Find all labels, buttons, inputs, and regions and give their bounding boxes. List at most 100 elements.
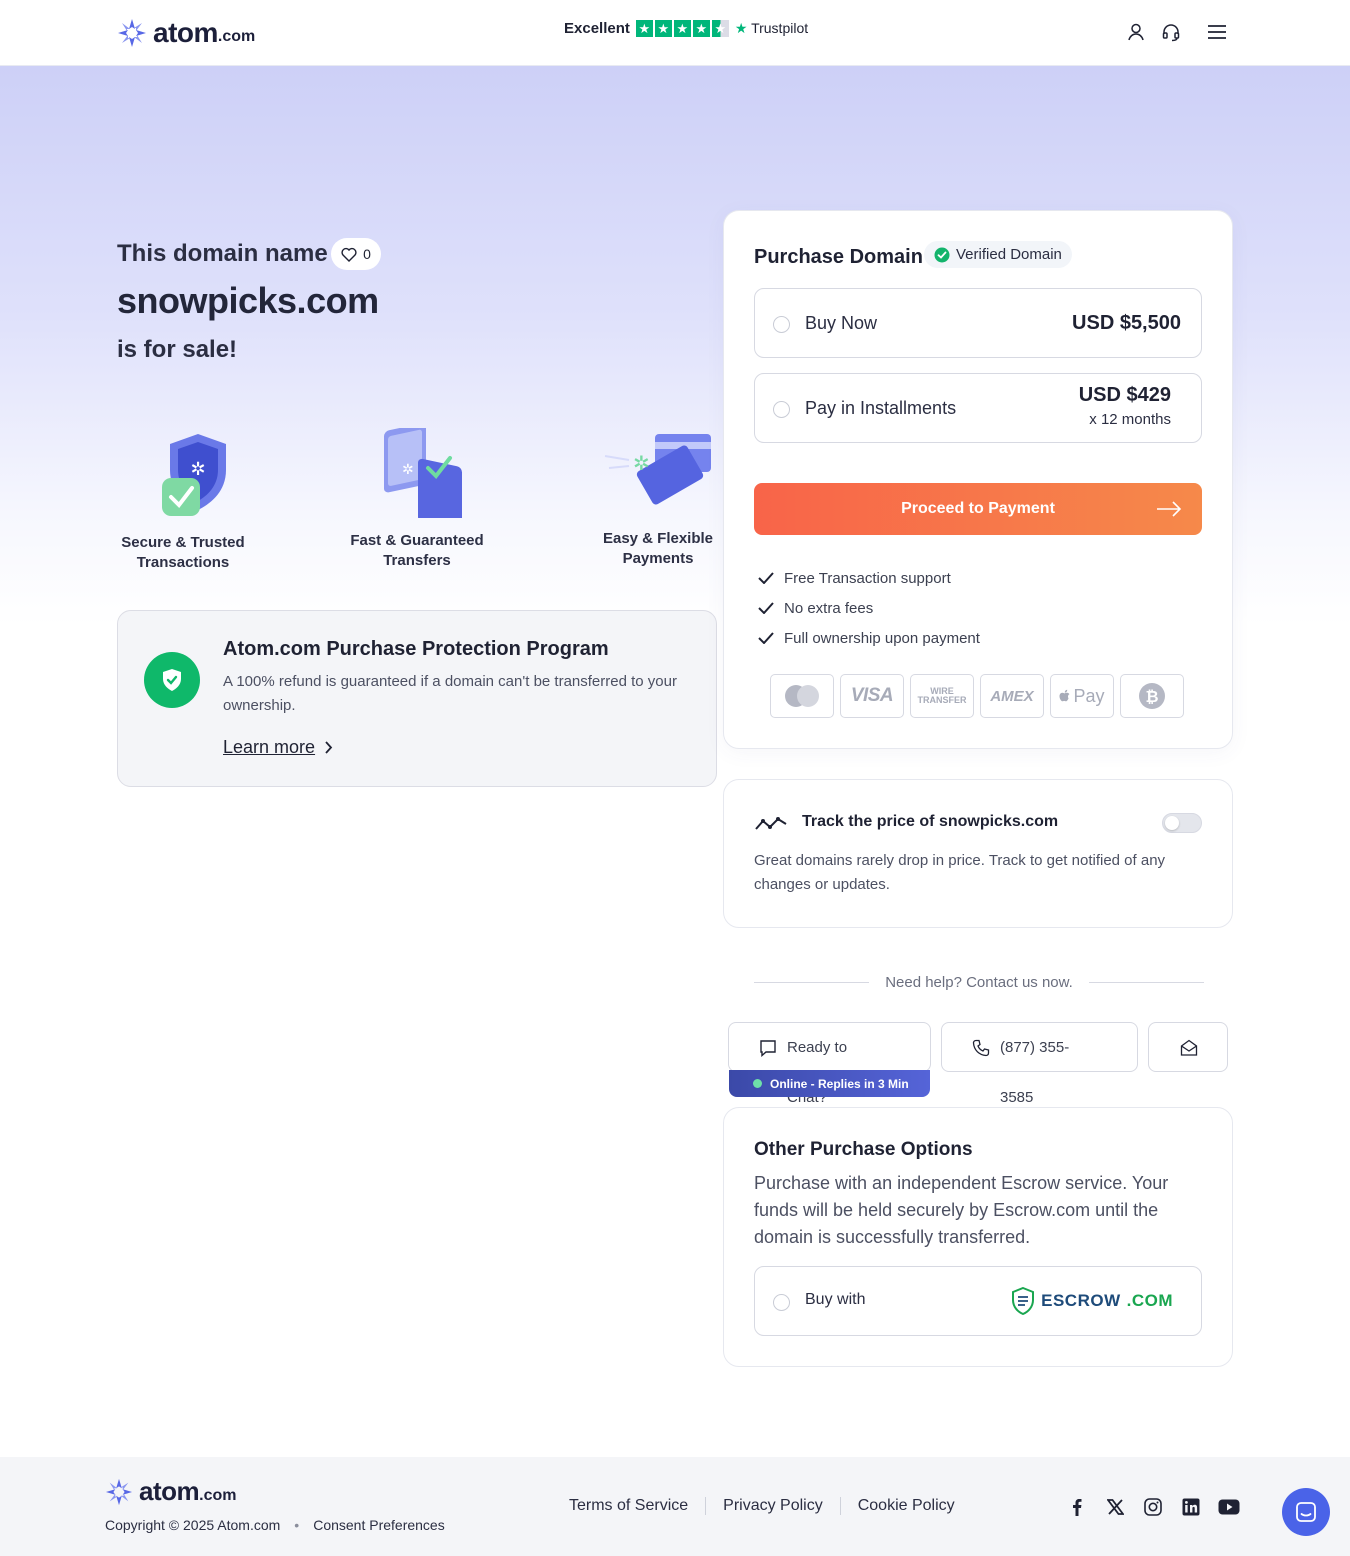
star-half-icon: ★ — [711, 20, 729, 37]
check-icon — [758, 572, 774, 584]
check-icon — [758, 602, 774, 614]
online-status: Online - Replies in 3 Min — [729, 1070, 930, 1097]
footer-atom-logo[interactable]: atom .com — [105, 1476, 236, 1507]
benefit-item: No extra fees — [758, 593, 980, 623]
feature-label: Fast & Guaranteed Transfers — [350, 532, 484, 569]
envelope-open-icon — [1180, 1039, 1198, 1056]
domain-name: snowpicks.com — [117, 280, 379, 321]
installments-label: Pay in Installments — [805, 398, 957, 418]
wire-transfer-icon: WIRE TRANSFER — [910, 674, 974, 718]
transfer-windows-icon: ✲ — [384, 423, 462, 531]
other-options-title: Other Purchase Options — [754, 1139, 973, 1160]
shield-check-icon — [144, 652, 200, 708]
atom-logo[interactable]: atom .com — [117, 17, 255, 49]
star-icon: ★ — [692, 20, 710, 37]
escrow-suffix: .COM — [1126, 1291, 1173, 1310]
installments-price: USD $429 — [1078, 384, 1171, 406]
favorite-button[interactable]: 0 — [331, 238, 381, 270]
trustpilot-rating[interactable]: Excellent ★ ★ ★ ★ ★ ★ Trustpilot — [564, 20, 808, 37]
installments-term: x 12 months — [1089, 411, 1171, 428]
hero-line3: is for sale! — [117, 336, 238, 363]
apple-pay-icon: Pay — [1050, 674, 1114, 718]
price-tracker-card: Track the price of snowpicks.com Great d… — [723, 779, 1233, 928]
benefit-text: No extra fees — [784, 599, 874, 617]
track-title: Track the price of snowpicks.com — [802, 813, 1059, 830]
check-icon — [758, 632, 774, 644]
benefit-text: Free Transaction support — [784, 569, 951, 587]
logo-suffix: .com — [217, 28, 256, 45]
user-icon[interactable] — [1124, 20, 1148, 44]
feature-fast: ✲ Fast & Guaranteed Transfers — [337, 423, 497, 571]
feature-payments: ✲ Easy & Flexible Payments — [578, 426, 738, 569]
site-header: atom .com Excellent ★ ★ ★ ★ ★ ★ Trustpil… — [0, 0, 1350, 66]
menu-icon[interactable] — [1205, 20, 1229, 44]
chat-bubble-icon — [760, 1040, 776, 1057]
feature-label: Secure & Trusted Transactions — [121, 534, 245, 571]
chat-button[interactable]: Ready to Chat? — [728, 1022, 931, 1106]
escrow-name: ESCROW — [1041, 1291, 1121, 1310]
learn-more-label: Learn more — [223, 737, 316, 757]
trustpilot-brand: ★ Trustpilot — [735, 20, 808, 37]
chat-launcher-icon — [1296, 1502, 1316, 1522]
linkedin-icon[interactable] — [1180, 1496, 1202, 1518]
feature-label: Easy & Flexible Payments — [602, 530, 714, 567]
star-icon: ★ — [654, 20, 672, 37]
verified-badge: Verified Domain — [924, 241, 1072, 268]
buy-now-radio[interactable] — [773, 316, 790, 333]
track-price-toggle[interactable] — [1162, 813, 1202, 833]
proceed-to-payment-button[interactable]: Proceed to Payment — [754, 483, 1202, 535]
buy-now-price: USD $5,500 — [1072, 312, 1181, 334]
youtube-icon[interactable] — [1218, 1496, 1240, 1518]
payment-cards-icon: ✲ — [604, 434, 711, 505]
logo-wordmark: atom — [139, 1476, 200, 1506]
favorite-count: 0 — [363, 246, 371, 262]
heart-icon — [341, 247, 357, 262]
learn-more-link[interactable]: Learn more — [223, 737, 333, 758]
buy-now-option[interactable]: Buy Now USD $5,500 — [754, 288, 1202, 358]
installments-radio[interactable] — [773, 401, 790, 418]
benefit-item: Free Transaction support — [758, 563, 980, 593]
atom-logo-icon — [105, 1478, 133, 1505]
x-icon[interactable] — [1104, 1496, 1126, 1518]
svg-text:✲: ✲ — [633, 451, 650, 475]
star-icon: ★ — [635, 20, 653, 37]
trust-stars: ★ ★ ★ ★ ★ — [635, 20, 729, 37]
instagram-icon[interactable] — [1142, 1496, 1164, 1518]
phone-button[interactable]: (877) 355-3585 — [941, 1022, 1138, 1106]
escrow-option[interactable]: Buy with ESCROW .COM — [754, 1266, 1202, 1336]
hero-line1: This domain name — [117, 240, 328, 267]
feature-secure: ✲ Secure & Trusted Transactions — [103, 430, 263, 573]
secure-shield-icon: ✲ — [162, 434, 226, 516]
escrow-logo: ESCROW .COM — [1011, 1287, 1173, 1315]
installments-option[interactable]: Pay in Installments USD $429 x 12 months — [754, 373, 1202, 443]
link-separator — [839, 1497, 841, 1515]
trend-icon — [755, 817, 787, 830]
live-chat-launcher[interactable] — [1282, 1488, 1330, 1536]
track-description: Great domains rarely drop in price. Trac… — [754, 852, 1166, 893]
online-dot-icon — [753, 1079, 762, 1088]
email-button[interactable] — [1148, 1022, 1228, 1072]
trustpilot-star-icon: ★ — [734, 20, 748, 36]
cookie-link[interactable]: Cookie Policy — [858, 1497, 955, 1515]
help-label: Need help? Contact us now. — [885, 974, 1073, 991]
divider-line — [1088, 982, 1204, 983]
terms-link[interactable]: Terms of Service — [569, 1497, 688, 1515]
headset-icon[interactable] — [1159, 20, 1183, 44]
star-icon: ★ — [673, 20, 691, 37]
escrow-radio[interactable] — [773, 1294, 790, 1311]
phone-icon — [972, 1039, 990, 1057]
amex-icon: AMEX — [980, 674, 1044, 718]
purchase-card: Purchase Domain Verified Domain Buy Now … — [723, 210, 1233, 749]
privacy-link[interactable]: Privacy Policy — [723, 1497, 823, 1515]
svg-text:✲: ✲ — [402, 462, 414, 478]
consent-preferences-link[interactable]: Consent Preferences — [313, 1517, 445, 1533]
facebook-icon[interactable] — [1066, 1496, 1088, 1518]
divider-line — [754, 982, 870, 983]
verified-check-icon — [934, 247, 950, 262]
arrow-right-icon — [1157, 501, 1182, 517]
protection-program-card: Atom.com Purchase Protection Program A 1… — [117, 610, 717, 787]
copyright-row: Copyright © 2025 Atom.com • Consent Pref… — [105, 1517, 445, 1533]
bullet-separator: • — [294, 1517, 300, 1533]
proceed-label: Proceed to Payment — [901, 500, 1055, 517]
footer-links: Terms of Service Privacy Policy Cookie P… — [569, 1497, 955, 1515]
